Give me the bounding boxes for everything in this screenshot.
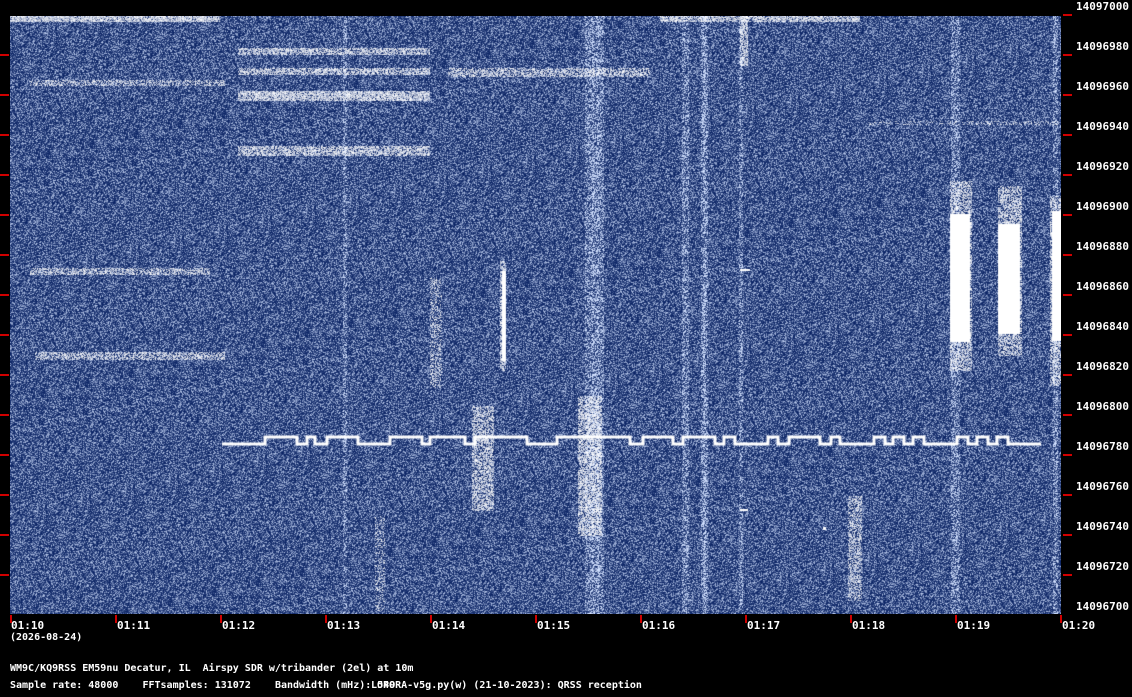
freq-tick xyxy=(1063,14,1072,16)
freq-label: 14096700 xyxy=(1076,600,1129,613)
freq-tick xyxy=(0,94,9,96)
freq-tick xyxy=(1063,574,1072,576)
freq-label: 14096840 xyxy=(1076,320,1129,333)
freq-tick xyxy=(0,414,9,416)
freq-tick xyxy=(0,214,9,216)
freq-tick xyxy=(0,574,9,576)
freq-tick xyxy=(0,534,9,536)
time-label: 01:13 xyxy=(327,619,361,632)
freq-tick xyxy=(1063,214,1072,216)
freq-label: 14096820 xyxy=(1076,360,1129,373)
freq-label: 14096780 xyxy=(1076,440,1129,453)
freq-tick xyxy=(1063,134,1072,136)
time-label: 01:11 xyxy=(117,619,151,632)
time-label: 01:12 xyxy=(222,619,256,632)
freq-label: 14096880 xyxy=(1076,240,1129,253)
freq-tick xyxy=(1063,534,1072,536)
freq-tick xyxy=(1063,94,1072,96)
freq-tick xyxy=(0,174,9,176)
freq-label: 14096740 xyxy=(1076,520,1129,533)
freq-tick xyxy=(1063,374,1072,376)
freq-label: 14096860 xyxy=(1076,280,1129,293)
time-label: 01:15 xyxy=(537,619,571,632)
software-version: LOPORA-v5g.py(w) (21-10-2023): QRSS rece… xyxy=(371,680,642,691)
time-label: 01:20 xyxy=(1062,619,1096,632)
freq-tick xyxy=(1063,334,1072,336)
freq-label: 14096900 xyxy=(1076,200,1129,213)
station-info: WM9C/KQ9RSS EM59nu Decatur, IL Airspy SD… xyxy=(10,663,414,674)
freq-label: 14096980 xyxy=(1076,40,1129,53)
freq-tick xyxy=(0,294,9,296)
time-label: 01:19 xyxy=(957,619,991,632)
freq-label: 14096920 xyxy=(1076,160,1129,173)
freq-tick xyxy=(0,494,9,496)
freq-label: 14096760 xyxy=(1076,480,1129,493)
freq-label: 14096960 xyxy=(1076,80,1129,93)
time-label: 01:10 xyxy=(11,619,45,632)
freq-tick xyxy=(0,134,9,136)
freq-tick xyxy=(1063,294,1072,296)
freq-tick xyxy=(0,454,9,456)
freq-tick xyxy=(0,334,9,336)
freq-tick xyxy=(1063,454,1072,456)
time-label: 01:18 xyxy=(852,619,886,632)
time-label: 01:14 xyxy=(432,619,466,632)
time-label: 01:17 xyxy=(747,619,781,632)
freq-tick xyxy=(1063,494,1072,496)
time-label: 01:16 xyxy=(642,619,676,632)
freq-label: 14097000 xyxy=(1076,0,1129,13)
sample-rate: Sample rate: 48000 xyxy=(10,680,119,691)
qrss-grabber-window: 14097000 14096980 14096960 14096940 1409… xyxy=(0,0,1132,697)
freq-tick xyxy=(1063,54,1072,56)
freq-tick xyxy=(0,54,9,56)
fft-samples: FFTsamples: 131072 xyxy=(142,680,251,691)
freq-tick xyxy=(1063,174,1072,176)
waterfall-spectrogram xyxy=(10,16,1061,614)
freq-tick xyxy=(1063,254,1072,256)
date-label: (2026-08-24) xyxy=(10,632,83,643)
freq-tick xyxy=(0,374,9,376)
freq-label: 14096940 xyxy=(1076,120,1129,133)
freq-label: 14096720 xyxy=(1076,560,1129,573)
capture-parameters: Sample rate: 48000 FFTsamples: 131072 Ba… xyxy=(10,680,395,691)
freq-tick xyxy=(0,254,9,256)
freq-label: 14096800 xyxy=(1076,400,1129,413)
freq-tick xyxy=(1063,414,1072,416)
